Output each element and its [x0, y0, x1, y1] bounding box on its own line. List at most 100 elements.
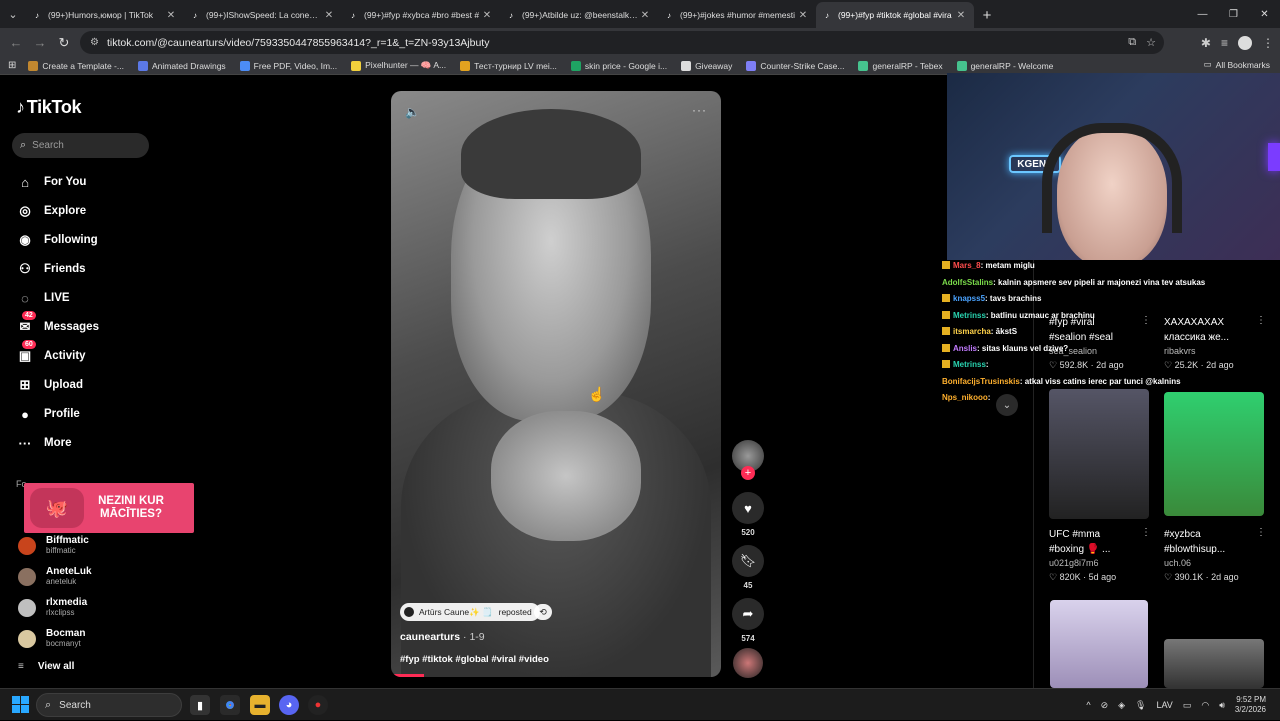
- apps-icon[interactable]: ⊞: [8, 60, 16, 71]
- nav-item-explore[interactable]: ◎ Explore: [16, 200, 86, 222]
- video-thumbnail[interactable]: [1049, 389, 1149, 519]
- language-indicator[interactable]: LAV: [1156, 700, 1172, 710]
- close-tab-icon[interactable]: ✕: [164, 10, 178, 21]
- address-bar[interactable]: ⚙ tiktok.com/@caunearturs/video/75933504…: [80, 31, 1164, 54]
- windows-start-icon[interactable]: [12, 696, 29, 713]
- bookmark-item[interactable]: Animated Drawings: [137, 60, 226, 71]
- back-icon[interactable]: ←: [4, 31, 28, 55]
- forward-icon[interactable]: →: [28, 31, 52, 55]
- tiktok-logo[interactable]: ♪ TikTok: [16, 97, 82, 118]
- bookmark-label: Giveaway: [695, 60, 733, 71]
- window-controls: — ❐ ✕: [1187, 0, 1280, 28]
- view-all-button[interactable]: ≡ View all: [18, 661, 74, 672]
- promo-banner[interactable]: 🐙 NEZINI KUR MĀCĪTIES?: [24, 483, 194, 533]
- reload-icon[interactable]: ↻: [52, 31, 76, 55]
- bookmark-item[interactable]: generalRP - Tebex: [858, 60, 943, 71]
- search-input[interactable]: ⌕ Search: [12, 133, 149, 158]
- follow-plus-icon[interactable]: +: [741, 466, 755, 480]
- close-tab-icon[interactable]: ✕: [480, 10, 494, 21]
- tray-overflow-icon[interactable]: ^: [1086, 700, 1090, 710]
- nav-item-messages[interactable]: ✉ 42 Messages: [16, 311, 99, 338]
- nav-item-friends[interactable]: ⚇ Friends: [16, 258, 85, 280]
- video-more-icon[interactable]: ···: [692, 103, 707, 117]
- nav-item-activity[interactable]: ▣ 60 Activity: [16, 340, 86, 367]
- record-app-icon[interactable]: ●: [308, 695, 328, 715]
- tab-search-icon[interactable]: ⌄: [0, 0, 26, 28]
- music-disc-icon[interactable]: [733, 648, 763, 678]
- followed-account[interactable]: Bocman bocmanyt: [18, 628, 85, 649]
- browser-tab[interactable]: ♪ (99+)#fyp #xybca #bro #best # ✕: [342, 2, 500, 28]
- extensions-icon[interactable]: ✱: [1201, 36, 1211, 50]
- maximize-icon[interactable]: ❐: [1218, 0, 1249, 28]
- profile-avatar-icon[interactable]: [1238, 35, 1252, 50]
- more-options-icon[interactable]: ⋮: [1141, 527, 1151, 538]
- video-progress-bar[interactable]: [391, 674, 424, 677]
- site-info-icon[interactable]: ⚙: [90, 37, 99, 48]
- chevron-down-icon[interactable]: ⌄: [996, 394, 1018, 416]
- browser-tab[interactable]: ♪ (99+)#fyp #tiktok #global #vira ✕: [816, 2, 974, 28]
- repost-icon[interactable]: ⟲: [534, 604, 552, 620]
- close-window-icon[interactable]: ✕: [1249, 0, 1280, 28]
- video-hashtags[interactable]: #fyp #tiktok #global #viral #video: [400, 654, 549, 665]
- close-tab-icon[interactable]: ✕: [796, 10, 810, 21]
- browser-tab[interactable]: ♪ (99+)Humors,юмор | TikTok ✕: [26, 2, 184, 28]
- tab-media-icon[interactable]: ≡: [1221, 36, 1228, 50]
- video-thumbnail[interactable]: [1164, 639, 1264, 688]
- like-icon[interactable]: ♥: [732, 492, 764, 524]
- discord-icon[interactable]: ◕: [279, 695, 299, 715]
- nav-item-following[interactable]: ◉ Following: [16, 229, 97, 251]
- task-view-icon[interactable]: ▮: [190, 695, 210, 715]
- followed-account[interactable]: AneteLuk aneteluk: [18, 566, 92, 587]
- minimize-icon[interactable]: —: [1187, 0, 1218, 28]
- cast-icon[interactable]: ⧉: [1128, 36, 1136, 49]
- mic-icon[interactable]: 🎙︎: [1135, 700, 1146, 711]
- repost-pill[interactable]: Artūrs Caune✨ 🗒️ reposted: [400, 603, 540, 621]
- followed-account[interactable]: rlxmedia rlxclipss: [18, 597, 87, 618]
- volume-icon[interactable]: 🔈: [405, 105, 420, 119]
- bookmark-item[interactable]: Create a Template -...: [28, 60, 124, 71]
- more-options-icon[interactable]: ⋮: [1256, 527, 1266, 538]
- bookmark-star-icon[interactable]: ☆: [1146, 36, 1156, 49]
- taskbar-search[interactable]: ⌕ Search: [36, 693, 182, 717]
- close-tab-icon[interactable]: ✕: [322, 10, 336, 21]
- followed-account[interactable]: Biffmatic biffmatic: [18, 535, 89, 556]
- chrome-icon[interactable]: [220, 695, 240, 715]
- new-tab-button[interactable]: +: [974, 2, 1000, 28]
- browser-tab[interactable]: ♪ (99+)Atbilde uz: @beenstalk10 ✕: [500, 2, 658, 28]
- monitor-icon[interactable]: ▭: [1183, 700, 1192, 711]
- bookmark-item[interactable]: Тест-турнир LV mei...: [460, 60, 557, 71]
- browser-tab[interactable]: ♪ (99+)IShowSpeed: La conexión ✕: [184, 2, 342, 28]
- video-thumbnail[interactable]: [1050, 600, 1148, 688]
- video-player[interactable]: 🔈 ··· Artūrs Caune✨ 🗒️ reposted ⟲ caunea…: [391, 91, 721, 677]
- video-author[interactable]: caunearturs · 1-9: [400, 631, 485, 643]
- bookmark-item[interactable]: Giveaway: [681, 60, 732, 71]
- browser-tab[interactable]: ♪ (99+)#jokes #humor #memesti ✕: [658, 2, 816, 28]
- video-thumbnail[interactable]: [1164, 392, 1264, 516]
- nav-item-profile[interactable]: ● Profile: [16, 403, 80, 425]
- network-off-icon[interactable]: ⊘: [1101, 700, 1109, 711]
- browser-menu-icon[interactable]: ⋮: [1262, 36, 1274, 50]
- bookmark-item[interactable]: generalRP - Welcome: [956, 60, 1053, 71]
- close-tab-icon[interactable]: ✕: [638, 10, 652, 21]
- all-bookmarks[interactable]: ▭ All Bookmarks: [1204, 59, 1270, 70]
- clock[interactable]: 9:52 PM 3/2/2026: [1235, 695, 1266, 715]
- nav-item-upload[interactable]: ⊞ Upload: [16, 374, 83, 396]
- more-options-icon[interactable]: ⋮: [1256, 315, 1266, 326]
- vpn-icon[interactable]: ◈: [1118, 700, 1125, 711]
- bookmark-favicon-icon: [460, 60, 471, 71]
- file-explorer-icon[interactable]: ▬: [250, 695, 270, 715]
- wifi-icon[interactable]: ◠: [1201, 700, 1209, 711]
- video-author: uch.06: [1164, 558, 1192, 568]
- bookmark-item[interactable]: Pixelhunter — 🧠 A...: [351, 60, 446, 71]
- bookmark-item[interactable]: Counter-Strike Case...: [746, 60, 844, 71]
- nav-item-more[interactable]: ··· More: [16, 432, 72, 454]
- close-tab-icon[interactable]: ✕: [954, 10, 968, 21]
- speaker-icon[interactable]: 🔊︎: [1219, 700, 1225, 711]
- bookmark-item[interactable]: skin price - Google i...: [570, 60, 667, 71]
- share-icon[interactable]: ➦: [732, 598, 764, 630]
- creator-avatar[interactable]: +: [732, 440, 764, 480]
- nav-item-live[interactable]: ◌ LIVE: [16, 287, 69, 309]
- bookmark-item[interactable]: Free PDF, Video, Im...: [239, 60, 337, 71]
- nav-item-for-you[interactable]: ⌂ For You: [16, 171, 86, 193]
- save-icon[interactable]: 🔖︎: [732, 545, 764, 577]
